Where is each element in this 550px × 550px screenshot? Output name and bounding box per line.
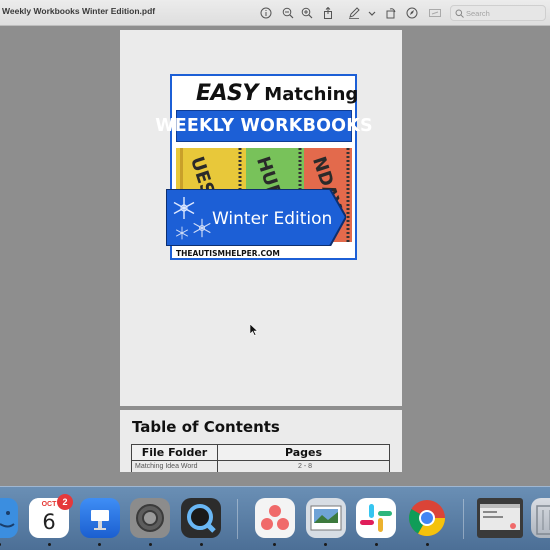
dock-separator	[237, 499, 238, 539]
toc-cell: 2 - 8	[217, 460, 390, 472]
calendar-day: 6	[42, 510, 56, 534]
cover-image: EASY Matching WEEKLY WORKBOOKS UESDA HUR…	[155, 74, 373, 260]
cover-easy-text: EASY	[196, 81, 258, 106]
dock: OCT 6	[0, 486, 550, 550]
asana-app-icon[interactable]	[255, 498, 295, 538]
table-row: Matching Idea Word 2 - 8	[131, 460, 390, 472]
info-icon[interactable]	[259, 6, 273, 20]
snowflake-icon	[175, 226, 189, 240]
chrome-app-icon[interactable]	[407, 498, 447, 538]
running-indicator	[98, 543, 101, 546]
share-icon[interactable]	[321, 6, 335, 20]
markup-circle-icon[interactable]	[405, 6, 419, 20]
cover-title-text: WEEKLY WORKBOOKS	[155, 116, 373, 136]
pdf-page-2: Table of Contents File Folder Pages Matc…	[120, 410, 402, 472]
snowflake-icon	[173, 197, 195, 219]
window-toolbar: Weekly Workbooks Winter Edition.pdf	[0, 0, 550, 26]
trash-icon[interactable]	[531, 498, 550, 538]
markup-pen-icon[interactable]	[347, 6, 361, 20]
running-indicator	[273, 543, 276, 546]
finder-app-icon[interactable]	[0, 498, 18, 538]
cover-heading: EASY Matching	[196, 81, 358, 106]
chevron-down-icon[interactable]	[365, 6, 379, 20]
calendar-badge: 2	[57, 494, 73, 510]
pdf-viewer[interactable]: EASY Matching WEEKLY WORKBOOKS UESDA HUR…	[0, 27, 550, 472]
running-indicator	[426, 543, 429, 546]
snowflake-icon	[193, 218, 211, 238]
cover-title-banner: WEEKLY WORKBOOKS	[155, 110, 373, 142]
preview-app-icon[interactable]	[306, 498, 346, 538]
toc-header-pages: Pages	[217, 444, 390, 461]
pdf-page-1: EASY Matching WEEKLY WORKBOOKS UESDA HUR…	[120, 30, 402, 406]
form-icon[interactable]	[428, 6, 442, 20]
toc-header-folder: File Folder	[131, 444, 218, 461]
mouse-cursor-icon	[250, 324, 258, 336]
running-indicator	[375, 543, 378, 546]
running-indicator	[324, 543, 327, 546]
running-indicator	[0, 543, 1, 546]
zoom-out-icon[interactable]	[281, 6, 295, 20]
running-indicator	[149, 543, 152, 546]
search-box[interactable]	[450, 5, 546, 21]
toc-cell: Matching Idea Word	[131, 460, 218, 472]
system-settings-app-icon[interactable]	[130, 498, 170, 538]
screenshot-thumbnail-icon[interactable]	[477, 498, 523, 538]
zoom-in-icon[interactable]	[300, 6, 314, 20]
toc-table: File Folder Pages Matching Idea Word 2 -…	[131, 444, 390, 472]
search-input[interactable]	[466, 7, 542, 19]
toc-header-row: File Folder Pages	[131, 444, 390, 461]
cover-brand-url: THEAUTISMHELPER.COM	[176, 249, 280, 258]
search-icon	[455, 9, 464, 18]
slack-app-icon[interactable]	[356, 498, 396, 538]
window-title: Weekly Workbooks Winter Edition.pdf	[2, 6, 156, 16]
quicktime-app-icon[interactable]	[181, 498, 221, 538]
dock-separator	[463, 499, 464, 539]
running-indicator	[200, 543, 203, 546]
toc-title: Table of Contents	[132, 418, 280, 436]
cover-matching-text: Matching	[264, 84, 359, 105]
rotate-icon[interactable]	[384, 6, 398, 20]
running-indicator	[48, 543, 51, 546]
keynote-app-icon[interactable]	[80, 498, 120, 538]
winter-edition-text: Winter Edition	[212, 209, 333, 229]
